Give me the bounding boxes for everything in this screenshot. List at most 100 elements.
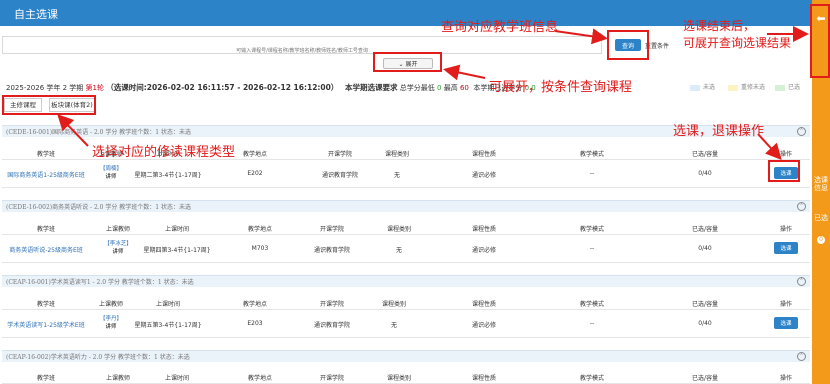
course-section-header[interactable]: (CEAP-16-002)学术英语听力 - 2.0 学分 教学班个数：1 状态：… xyxy=(2,350,810,362)
class-capacity: 0/40 xyxy=(698,245,712,252)
collapse-icon[interactable]: ⌃ xyxy=(797,352,806,361)
col-mode: 教学模式 xyxy=(579,151,605,158)
col-time: 上课时间 xyxy=(164,375,190,382)
collapse-icon[interactable]: ⌃ xyxy=(797,202,806,211)
col-teacher: 上课教师 xyxy=(98,301,124,308)
teacher-role: 讲师 xyxy=(105,174,117,180)
search-input[interactable] xyxy=(3,43,601,59)
class-time: 星期二第3-4节{1-17周} xyxy=(134,172,202,179)
class-name-link[interactable]: 学术英语读写1-25级学术E班 xyxy=(7,320,84,329)
time-label: （选课时间: xyxy=(106,83,147,92)
term-info: 2025-2026 学年 2 学期 第1轮 （选课时间:2026-02-02 1… xyxy=(6,82,536,93)
col-category: 课程类别 xyxy=(386,375,412,382)
col-mode: 教学模式 xyxy=(579,226,605,233)
col-op: 操作 xyxy=(779,301,793,308)
class-nature: 通识必修 xyxy=(471,247,497,254)
annotation-type: 选择对应的修读课程类型 xyxy=(92,145,236,160)
col-time: 上课时间 xyxy=(155,301,181,308)
col-college: 开课学院 xyxy=(319,226,345,233)
class-nature: 通识必修 xyxy=(471,172,497,179)
col-class: 教学班 xyxy=(36,151,56,158)
course-title: (CEAP-16-002)学术英语听力 - 2.0 学分 教学班个数：1 状态：… xyxy=(6,354,190,361)
search-box[interactable] xyxy=(2,36,602,59)
class-place: E202 xyxy=(247,170,263,177)
class-name-link[interactable]: 商务英语听说-25级商务E班 xyxy=(9,245,83,254)
class-college: 通识教育学院 xyxy=(313,247,351,254)
class-time: 星期五第3-4节{1-17周} xyxy=(134,322,202,329)
col-college: 开课学院 xyxy=(319,375,345,382)
teacher-name[interactable]: 【李冰芝】 xyxy=(104,240,132,248)
page-title: 自主选课 xyxy=(14,8,58,21)
annotation-select: 选课，退课操作 xyxy=(673,124,765,139)
highlight-select xyxy=(768,160,800,182)
col-op: 操作 xyxy=(779,151,793,158)
class-category: 无 xyxy=(395,247,403,254)
class-capacity: 0/40 xyxy=(698,170,712,177)
collapse-icon[interactable]: ⌃ xyxy=(797,277,806,286)
col-mode: 教学模式 xyxy=(579,301,605,308)
teacher-name[interactable]: 【李丹】 xyxy=(100,315,122,323)
col-college: 开课学院 xyxy=(327,151,353,158)
side-label-selected[interactable]: 已选 xyxy=(814,214,828,222)
collapse-icon[interactable]: ⌃ xyxy=(797,127,806,136)
teacher-role: 讲师 xyxy=(112,249,124,255)
col-college: 开课学院 xyxy=(319,301,345,308)
class-place: E203 xyxy=(247,320,263,327)
class-capacity: 0/40 xyxy=(698,320,712,327)
col-nature: 课程性质 xyxy=(471,151,497,158)
max-credit-label: 最高 xyxy=(443,84,458,92)
col-mode: 教学模式 xyxy=(579,375,605,382)
course-title: (CEDE-16-001)国际商务英语 - 2.0 学分 教学班个数：1 状态：… xyxy=(6,129,192,136)
col-teacher: 上课教师 xyxy=(105,375,131,382)
course-section-header[interactable]: (CEDE-16-002)商务英语听说 - 2.0 学分 教学班个数：1 状态：… xyxy=(2,200,810,212)
term-label: 2025-2026 学年 2 学期 xyxy=(6,84,84,92)
col-teacher: 上课教师 xyxy=(105,226,131,233)
class-category: 无 xyxy=(390,322,398,329)
highlight-side xyxy=(810,4,830,78)
col-place: 教学地点 xyxy=(242,301,268,308)
select-course-button[interactable]: 选课 xyxy=(774,317,798,329)
teacher-cell: 【李冰芝】 讲师 xyxy=(104,240,132,256)
selected-count-badge: 0 xyxy=(817,236,825,244)
col-time: 上课时间 xyxy=(164,226,190,233)
teacher-cell: 【周楠】 讲师 xyxy=(100,165,122,181)
col-category: 课程类别 xyxy=(386,226,412,233)
col-capacity: 已选/容量 xyxy=(691,151,719,158)
class-college: 通识教育学院 xyxy=(321,172,359,179)
class-mode: -- xyxy=(589,320,595,327)
highlight-tabs xyxy=(2,95,96,115)
course-title: (CEDE-16-002)商务英语听说 - 2.0 学分 教学班个数：1 状态：… xyxy=(6,204,192,211)
table-row: 商务英语听说-25级商务E班 【李冰芝】 讲师 星期四第3-4节{1-17周} … xyxy=(2,235,810,263)
min-credit-value: 0 xyxy=(437,84,442,92)
col-place: 教学地点 xyxy=(247,375,273,382)
round-label: 第1轮 xyxy=(85,84,104,92)
col-class: 教学班 xyxy=(36,375,56,382)
col-capacity: 已选/容量 xyxy=(691,375,719,382)
side-label-info[interactable]: 选课信息 xyxy=(814,176,828,192)
table-header: 教学班 上课教师 上课时间 教学地点 开课学院 课程类别 课程性质 教学模式 已… xyxy=(2,294,810,310)
annotation-expand: 可展开，按条件查询课程 xyxy=(489,80,633,95)
highlight-query xyxy=(607,30,649,60)
legend-conflict: 重修未选 xyxy=(728,82,765,91)
max-credit-value: 60 xyxy=(459,84,469,92)
select-course-button[interactable]: 选课 xyxy=(774,242,798,254)
table-row: 国际商务英语1-25级商务E班 【周楠】 讲师 星期二第3-4节{1-17周} … xyxy=(2,160,810,188)
col-place: 教学地点 xyxy=(242,151,268,158)
col-nature: 课程性质 xyxy=(471,226,497,233)
teacher-name[interactable]: 【周楠】 xyxy=(100,165,122,173)
col-nature: 课程性质 xyxy=(471,375,497,382)
col-class: 教学班 xyxy=(36,301,56,308)
class-category: 无 xyxy=(393,172,401,179)
legend-unselected: 未选 xyxy=(690,82,715,91)
class-name-link[interactable]: 国际商务英语1-25级商务E班 xyxy=(7,170,84,179)
course-section-header[interactable]: (CEAP-16-001)学术英语读写1 - 2.0 学分 教学班个数：1 状态… xyxy=(2,275,810,287)
class-place: M703 xyxy=(251,245,269,252)
annotation-result: 选课结束后， 可展开查询选课结果 xyxy=(683,19,792,50)
col-category: 课程类别 xyxy=(384,151,410,158)
class-mode: -- xyxy=(589,170,595,177)
col-class: 教学班 xyxy=(36,226,56,233)
course-title: (CEAP-16-001)学术英语读写1 - 2.0 学分 教学班个数：1 状态… xyxy=(6,279,194,286)
col-capacity: 已选/容量 xyxy=(691,226,719,233)
col-capacity: 已选/容量 xyxy=(691,301,719,308)
requirement-label: 本学期选课要求 xyxy=(345,83,398,92)
